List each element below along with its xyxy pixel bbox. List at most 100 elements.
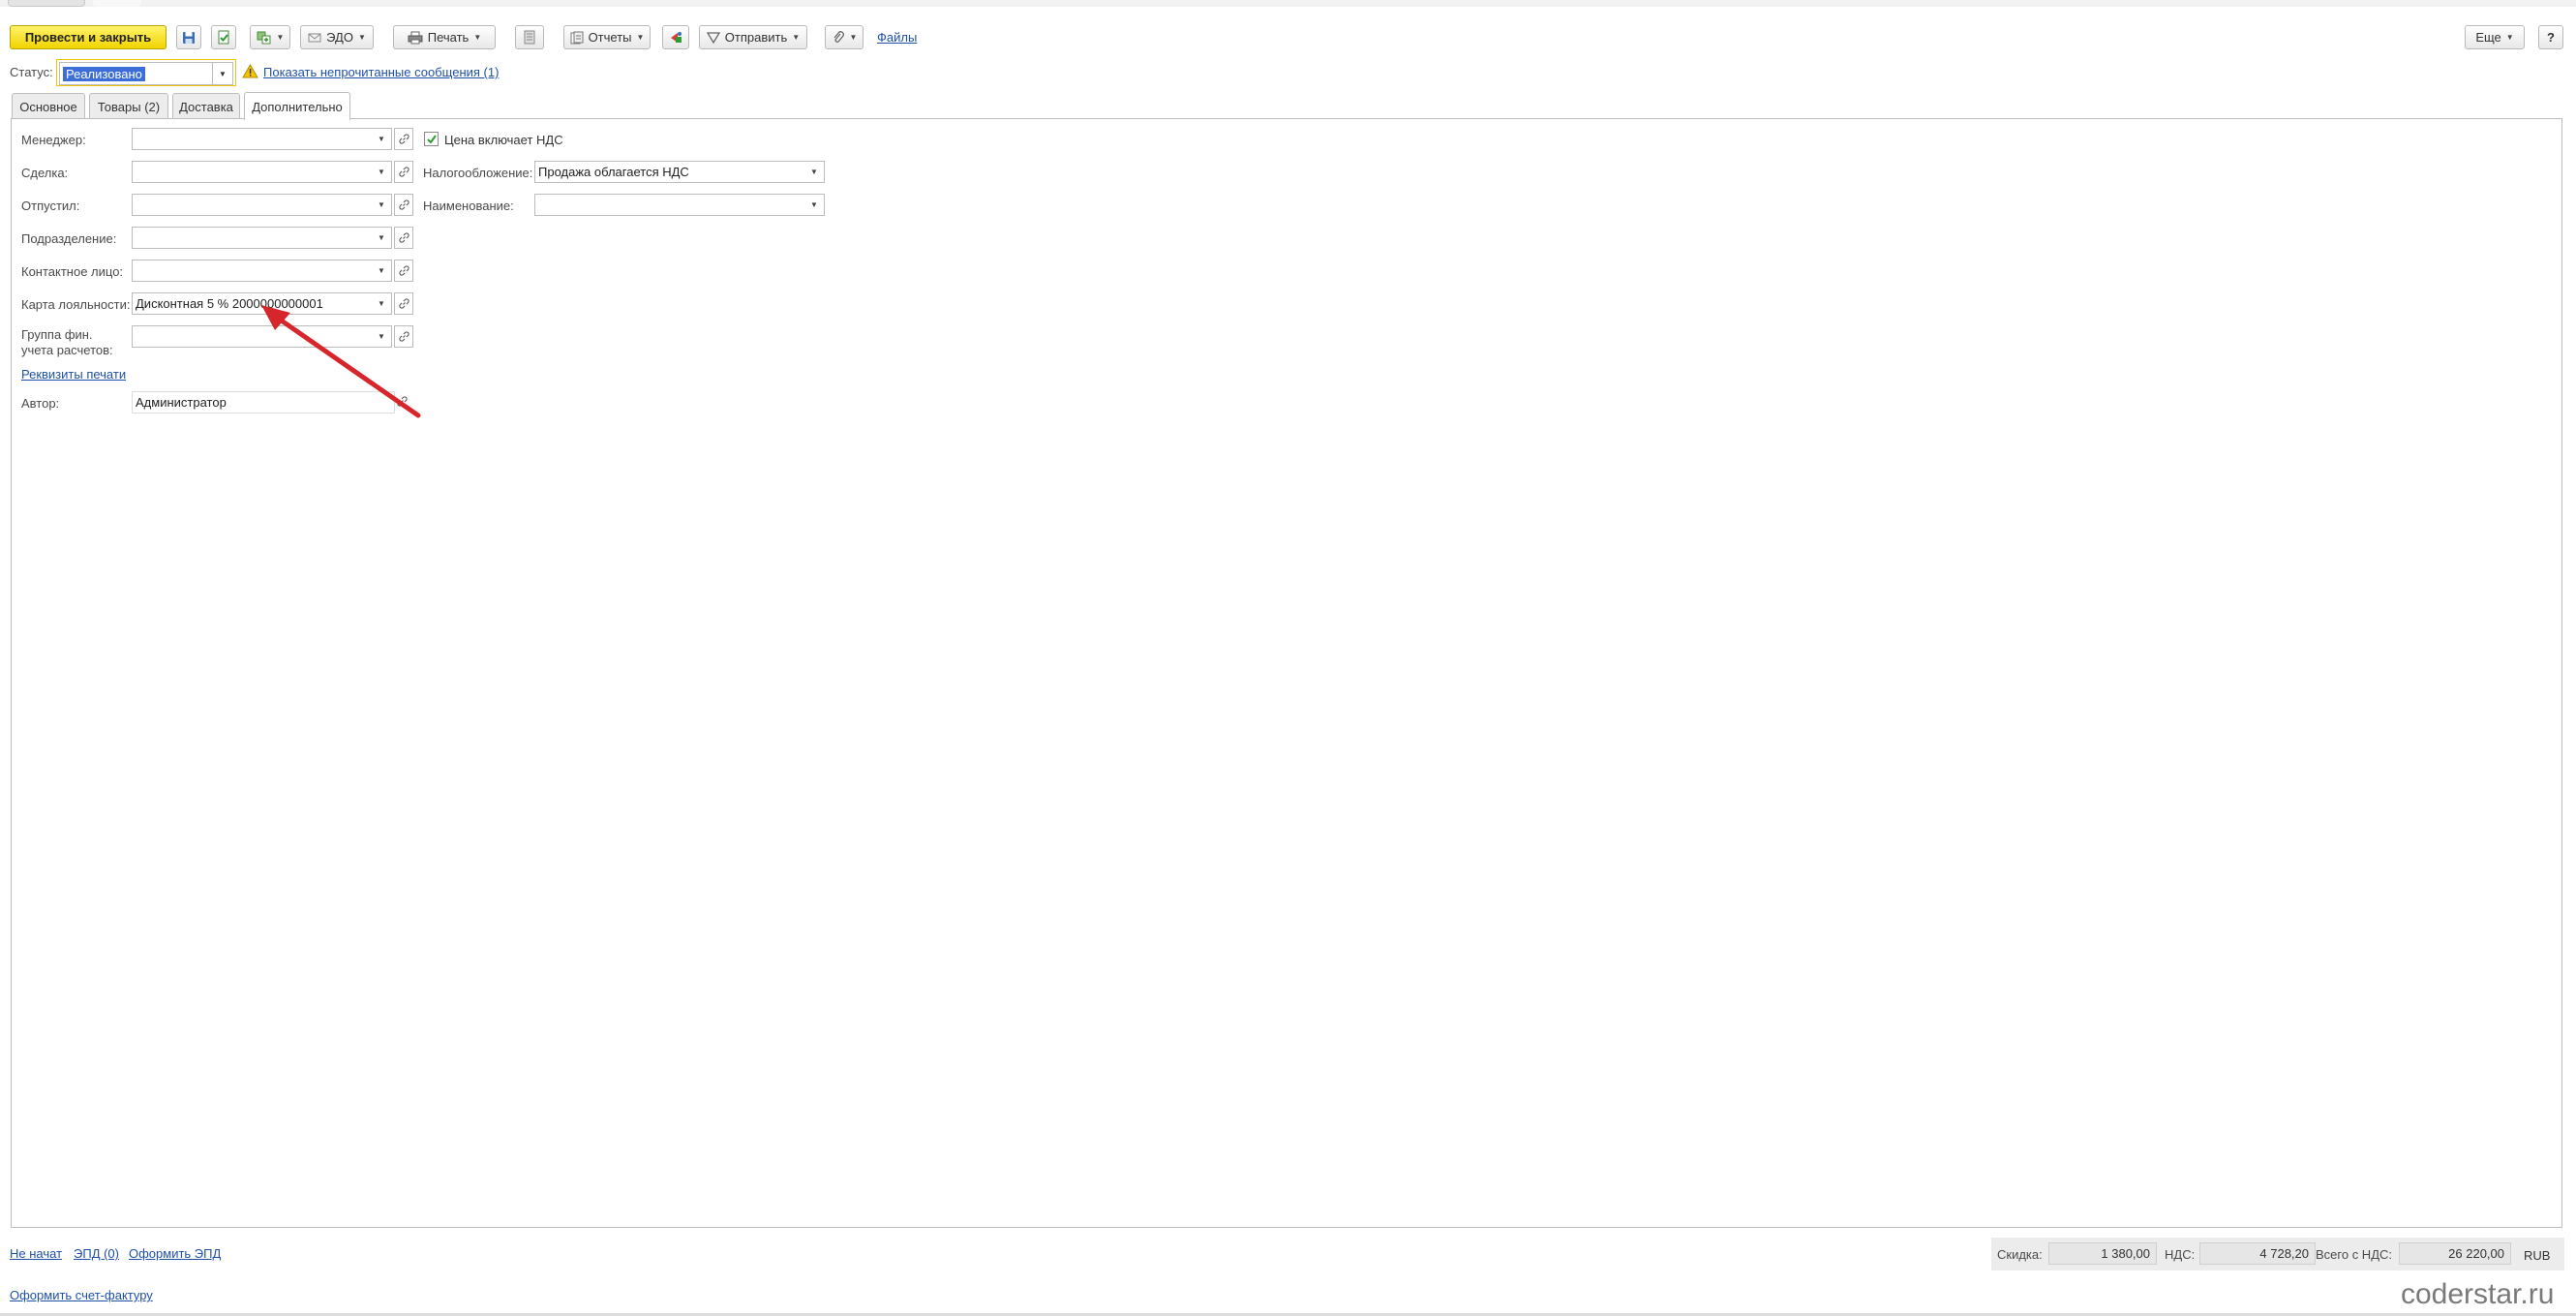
name-input[interactable]: [534, 194, 805, 216]
chevron-down-icon: ▼: [473, 33, 482, 42]
documents-flow-icon: [671, 31, 682, 43]
contact-label: Контактное лицо:: [21, 264, 124, 279]
top-tab-strip: [0, 0, 2576, 7]
structure-button[interactable]: [515, 25, 544, 49]
more-label: Еще: [2475, 30, 2501, 45]
footer-link-create-epd[interactable]: Оформить ЭПД: [129, 1246, 221, 1261]
manager-open-button[interactable]: [394, 128, 413, 150]
printer-icon: [408, 31, 423, 44]
taxation-label: Налогообложение:: [423, 166, 533, 180]
tab-content-panel: [11, 118, 2562, 1228]
department-dropdown[interactable]: ▼: [372, 227, 392, 249]
tab-additional-label: Дополнительно: [252, 99, 343, 114]
print-button[interactable]: Печать ▼: [393, 25, 496, 49]
tab-main[interactable]: Основное: [12, 93, 85, 119]
files-link[interactable]: Файлы: [877, 30, 917, 45]
tab-main-label: Основное: [19, 99, 77, 114]
discount-value: 1 380,00: [2048, 1242, 2157, 1265]
top-tab-clipped-link[interactable]: [93, 0, 141, 7]
contact-dropdown[interactable]: ▼: [372, 260, 392, 282]
taxation-input[interactable]: Продажа облагается НДС: [534, 161, 805, 183]
contact-open-button[interactable]: [394, 260, 413, 282]
top-tab-clipped[interactable]: [8, 0, 85, 7]
released-by-dropdown[interactable]: ▼: [372, 194, 392, 216]
link-icon: [398, 232, 409, 243]
department-open-button[interactable]: [394, 227, 413, 249]
loyalty-card-label: Карта лояльности:: [21, 297, 131, 312]
fin-group-label: Группа фин. учета расчетов:: [21, 327, 113, 358]
deal-input[interactable]: [132, 161, 373, 183]
department-input[interactable]: [132, 227, 373, 249]
chevron-down-icon: ▼: [810, 168, 818, 176]
print-details-link[interactable]: Реквизиты печати: [21, 367, 126, 382]
create-based-on-icon: [257, 31, 271, 44]
post-button[interactable]: [211, 25, 236, 49]
link-icon: [398, 167, 409, 177]
vat-label: НДС:: [2165, 1247, 2196, 1262]
edo-label: ЭДО: [326, 30, 353, 45]
help-label: ?: [2547, 30, 2555, 45]
discount-label: Скидка:: [1997, 1247, 2043, 1262]
tab-goods[interactable]: Товары (2): [89, 93, 168, 119]
tab-goods-label: Товары (2): [97, 99, 161, 114]
price-includes-vat-checkbox[interactable]: [424, 132, 439, 146]
tab-delivery[interactable]: Доставка: [172, 93, 240, 119]
name-label: Наименование:: [423, 199, 514, 213]
deal-label: Сделка:: [21, 166, 69, 180]
link-icon: [398, 265, 409, 276]
documents-flow-button[interactable]: [662, 25, 689, 49]
send-label: Отправить: [724, 30, 788, 45]
create-invoice-link[interactable]: Оформить счет-фактуру: [10, 1288, 153, 1302]
more-button[interactable]: Еще ▼: [2465, 25, 2525, 49]
warning-icon: [242, 63, 258, 81]
tab-delivery-label: Доставка: [179, 99, 233, 114]
create-based-on-button[interactable]: ▼: [250, 25, 290, 49]
edo-button[interactable]: ЭДО ▼: [300, 25, 374, 49]
deal-dropdown[interactable]: ▼: [372, 161, 392, 183]
released-by-input[interactable]: [132, 194, 373, 216]
send-icon: [706, 31, 720, 44]
footer-link-epd[interactable]: ЭПД (0): [74, 1246, 119, 1261]
total-value: 26 220,00: [2399, 1242, 2511, 1265]
post-and-close-label: Провести и закрыть: [24, 30, 152, 45]
save-icon: [183, 31, 195, 44]
help-button[interactable]: ?: [2538, 25, 2563, 49]
price-includes-vat-label: Цена включает НДС: [444, 133, 563, 147]
chevron-down-icon: ▼: [636, 33, 645, 42]
tab-additional[interactable]: Дополнительно: [244, 92, 350, 120]
link-icon: [398, 134, 409, 144]
total-label: Всего с НДС:: [2316, 1247, 2393, 1262]
save-button[interactable]: [176, 25, 201, 49]
footer-link-status[interactable]: Не начат: [10, 1246, 62, 1261]
chevron-down-icon: ▼: [357, 33, 366, 42]
status-field[interactable]: Реализовано ▼: [56, 59, 236, 86]
document-structure-icon: [524, 30, 535, 45]
department-label: Подразделение:: [21, 231, 117, 246]
chevron-down-icon: ▼: [849, 33, 858, 42]
send-button[interactable]: Отправить ▼: [699, 25, 807, 49]
status-value: Реализовано: [63, 66, 145, 81]
post-document-icon: [218, 30, 229, 45]
deal-open-button[interactable]: [394, 161, 413, 183]
print-label: Печать: [427, 30, 470, 45]
post-and-close-button[interactable]: Провести и закрыть: [10, 25, 167, 49]
name-dropdown[interactable]: ▼: [804, 194, 825, 216]
chevron-down-icon: ▼: [792, 33, 801, 42]
chevron-down-icon: ▼: [378, 200, 385, 209]
attachments-button[interactable]: ▼: [825, 25, 864, 49]
manager-input[interactable]: [132, 128, 373, 150]
contact-input[interactable]: [132, 260, 373, 282]
chevron-down-icon: ▼: [378, 233, 385, 242]
paperclip-icon: [833, 30, 844, 43]
reports-label: Отчеты: [588, 30, 632, 45]
released-by-open-button[interactable]: [394, 194, 413, 216]
checkmark-icon: [426, 134, 437, 144]
taxation-dropdown[interactable]: ▼: [804, 161, 825, 183]
manager-dropdown[interactable]: ▼: [372, 128, 392, 150]
fin-group-label-line2: учета расчетов:: [21, 343, 113, 357]
status-dropdown-button[interactable]: ▼: [212, 63, 232, 84]
watermark-text: coderstar.ru: [2401, 1278, 2555, 1310]
reports-button[interactable]: Отчеты ▼: [563, 25, 651, 49]
annotation-arrow: [261, 305, 421, 418]
unread-messages-link[interactable]: Показать непрочитанные сообщения (1): [263, 65, 499, 79]
